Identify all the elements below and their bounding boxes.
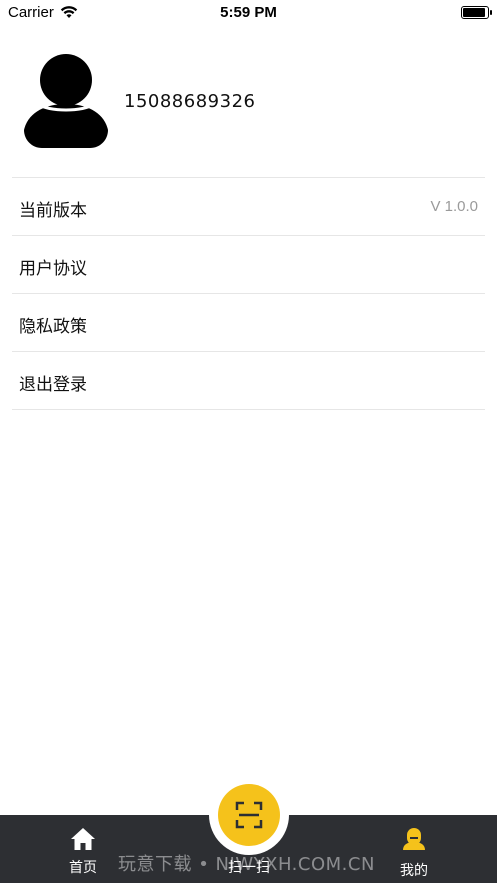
menu-item-logout[interactable]: 退出登录 [12, 352, 485, 410]
user-icon [403, 828, 425, 850]
home-icon [71, 828, 95, 850]
menu-item-label: 当前版本 [19, 201, 87, 221]
tab-mine[interactable]: 我的 [388, 827, 440, 880]
menu-item-label: 退出登录 [19, 375, 87, 395]
menu-item-version[interactable]: 当前版本 V 1.0.0 [12, 178, 485, 236]
phone-number: 15088689326 [124, 91, 256, 112]
status-bar: Carrier 5:59 PM [0, 0, 497, 26]
settings-menu: 当前版本 V 1.0.0 用户协议 隐私政策 退出登录 [12, 177, 485, 410]
profile-header: 15088689326 [0, 50, 497, 160]
scan-icon [235, 801, 263, 829]
tab-mine-label: 我的 [400, 863, 428, 879]
user-avatar-icon [24, 54, 108, 148]
tab-home-label: 首页 [69, 860, 97, 876]
scan-button-circle [218, 784, 280, 846]
tab-home[interactable]: 首页 [58, 827, 108, 877]
battery-icon [461, 6, 492, 19]
menu-item-user-agreement[interactable]: 用户协议 [12, 236, 485, 294]
scan-button[interactable] [209, 775, 289, 855]
avatar[interactable] [24, 54, 108, 148]
menu-item-label: 用户协议 [19, 259, 87, 279]
version-value: V 1.0.0 [430, 198, 478, 215]
menu-item-label: 隐私政策 [19, 317, 87, 337]
menu-item-privacy-policy[interactable]: 隐私政策 [12, 294, 485, 352]
status-time: 5:59 PM [220, 4, 277, 21]
watermark-text: 玩意下载 • NIWYXH.COM.CN [118, 854, 375, 875]
